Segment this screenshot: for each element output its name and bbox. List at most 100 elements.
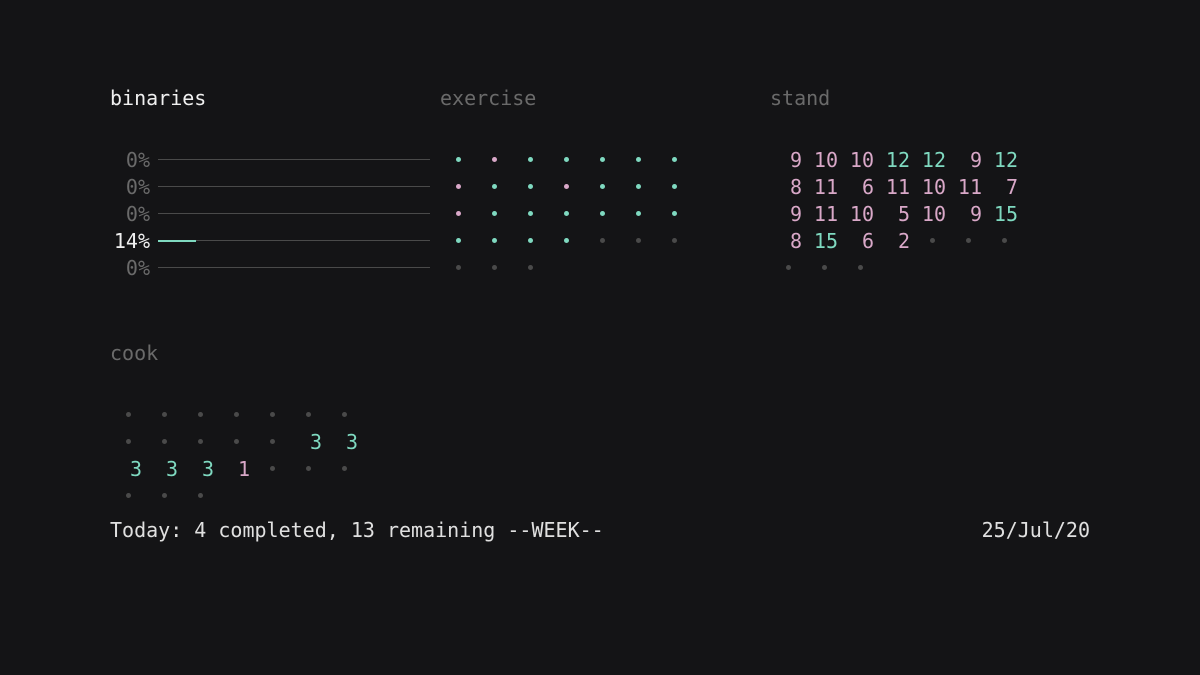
grid-value: 12 [878,148,914,172]
binaries-bar-fill [158,240,196,242]
binaries-pct: 0% [110,256,150,280]
section-title-binaries: binaries [110,86,430,110]
grid-value: 11 [878,175,914,199]
grid-value: 10 [914,175,950,199]
dot-icon [492,184,497,189]
dot-icon [234,439,239,444]
dot-icon [930,238,935,243]
grid-value: 15 [986,202,1022,226]
grid-value: 10 [842,148,878,172]
binaries-pct: 0% [110,202,150,226]
grid-value: 6 [842,175,878,199]
dot-icon [456,184,461,189]
grid-value: 11 [806,175,842,199]
dot-icon [564,184,569,189]
binaries-row: 0% [110,200,430,227]
dot-icon [600,184,605,189]
section-title-stand: stand [770,86,1090,110]
grid-value: 9 [770,148,806,172]
dot-icon [786,265,791,270]
dot-icon [162,412,167,417]
dot-icon [270,466,275,471]
grid-value: 11 [950,175,986,199]
grid-value: 9 [950,148,986,172]
grid-value: 3 [290,430,326,454]
dot-icon [456,157,461,162]
binaries-row: 0% [110,254,430,281]
binaries-pct: 0% [110,175,150,199]
dot-icon [198,439,203,444]
dot-icon [198,412,203,417]
grid-value: 12 [914,148,950,172]
grid-value: 12 [986,148,1022,172]
dot-icon [636,157,641,162]
grid-value: 8 [770,175,806,199]
dot-icon [858,265,863,270]
binaries-row: 0% [110,173,430,200]
dot-icon [1002,238,1007,243]
dot-icon [600,157,605,162]
dot-icon [564,157,569,162]
exercise-grid [440,146,760,281]
status-date: 25/Jul/20 [982,518,1090,542]
status-remaining-count: 13 [351,518,375,542]
dot-icon [162,439,167,444]
section-cook: cook 333331 [110,341,430,509]
grid-value: 8 [770,229,806,253]
dot-icon [528,265,533,270]
dot-icon [492,157,497,162]
status-today-prefix: Today: [110,518,194,542]
grid-value: 2 [878,229,914,253]
dot-icon [672,184,677,189]
grid-value: 1 [218,457,254,481]
section-title-cook: cook [110,341,430,365]
grid-value: 3 [110,457,146,481]
dot-icon [564,238,569,243]
dot-icon [600,211,605,216]
grid-value: 10 [914,202,950,226]
section-exercise: exercise [440,86,760,281]
grid-value: 6 [842,229,878,253]
dot-icon [342,412,347,417]
status-completed-count: 4 [194,518,206,542]
status-remaining-word: remaining [375,518,507,542]
binaries-pct: 14% [110,229,150,253]
grid-value: 3 [182,457,218,481]
dot-icon [528,238,533,243]
dot-icon [492,238,497,243]
grid-value: 10 [842,202,878,226]
dot-icon [342,466,347,471]
grid-value: 15 [806,229,842,253]
section-binaries: binaries 0% 0% 0% 14% 0% [110,86,430,281]
dot-icon [636,211,641,216]
dot-icon [306,466,311,471]
dot-icon [270,412,275,417]
section-stand: stand 9101012129128116111011791110510915… [770,86,1090,281]
dot-icon [492,265,497,270]
dot-icon [600,238,605,243]
grid-value: 9 [770,202,806,226]
grid-value: 3 [146,457,182,481]
dot-icon [672,238,677,243]
binaries-row: 0% [110,146,430,173]
dot-icon [306,412,311,417]
binaries-bar [158,159,430,160]
grid-value: 10 [806,148,842,172]
grid-value: 11 [806,202,842,226]
dot-icon [672,157,677,162]
dot-icon [564,211,569,216]
grid-value: 7 [986,175,1022,199]
binaries-pct: 0% [110,148,150,172]
dot-icon [822,265,827,270]
stand-grid: 910101212912811611101179111051091581562 [770,146,1090,281]
cook-grid: 333331 [110,401,430,509]
binaries-bar [158,267,430,268]
dot-icon [456,211,461,216]
dot-icon [126,493,131,498]
dot-icon [528,211,533,216]
grid-value: 5 [878,202,914,226]
dot-icon [492,211,497,216]
grid-value: 9 [950,202,986,226]
dot-icon [636,184,641,189]
binaries-bar [158,213,430,214]
